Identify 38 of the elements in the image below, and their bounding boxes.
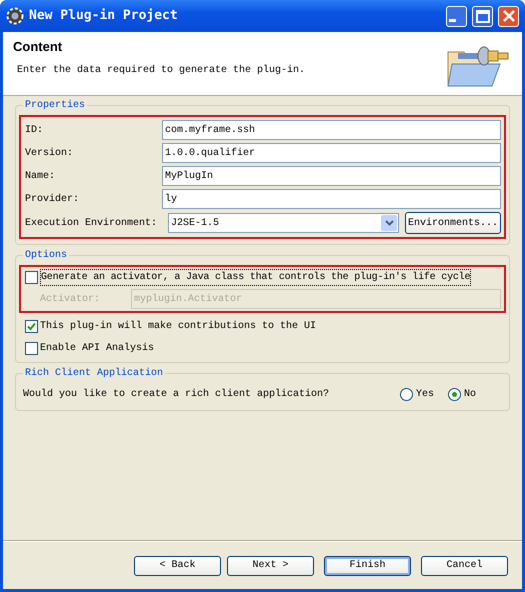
wizard-button[interactable]: Next >: [227, 556, 314, 576]
radio-button[interactable]: [400, 388, 413, 400]
field-label: Version:: [25, 146, 74, 160]
radio-label: No: [464, 388, 476, 402]
field-label: Name:: [25, 170, 56, 184]
text-field[interactable]: 1.0.0.qualifier: [162, 143, 501, 163]
close-button[interactable]: [498, 6, 519, 26]
field-label: Execution Environment:: [25, 216, 156, 230]
maximize-button[interactable]: [472, 6, 493, 26]
question-text: Would you like to create a rich client application?: [23, 388, 330, 402]
field-label: ID:: [25, 124, 44, 138]
gear-icon: [6, 7, 24, 25]
minimize-button[interactable]: [446, 6, 467, 26]
page-description: Enter the data required to generate the plug-in.: [16, 64, 306, 78]
wizard-button[interactable]: Cancel: [421, 556, 508, 576]
page-title: Content: [13, 38, 64, 56]
minimize-icon: [449, 18, 456, 22]
window-title: New Plug-in Project: [29, 7, 179, 26]
field-label: Provider:: [25, 192, 80, 206]
close-icon: [502, 10, 514, 22]
maximize-icon: [476, 10, 490, 22]
checkbox[interactable]: [25, 271, 38, 284]
environments-button[interactable]: Environments...: [405, 212, 501, 234]
dropdown[interactable]: J2SE-1.5: [168, 213, 399, 233]
text-field[interactable]: MyPlugIn: [162, 166, 501, 186]
text-field[interactable]: com.myframe.ssh: [162, 120, 501, 140]
radio-button[interactable]: [448, 388, 461, 400]
text-field[interactable]: ly: [162, 189, 501, 209]
checkbox[interactable]: [25, 342, 38, 354]
radio-label: Yes: [416, 388, 434, 402]
wizard-button[interactable]: Finish: [324, 556, 411, 576]
wizard-button[interactable]: < Back: [134, 556, 221, 576]
checkbox[interactable]: [25, 320, 38, 332]
checkbox-label: This plug-in will make contributions to the UI: [40, 320, 316, 334]
checkbox-label: Generate an activator, a Java class that controls the plug-in's life cycle: [40, 269, 472, 286]
checkbox-label: Enable API Analysis: [40, 342, 154, 356]
chevron-down-icon[interactable]: [381, 215, 397, 231]
field-label: Activator:: [40, 292, 102, 306]
